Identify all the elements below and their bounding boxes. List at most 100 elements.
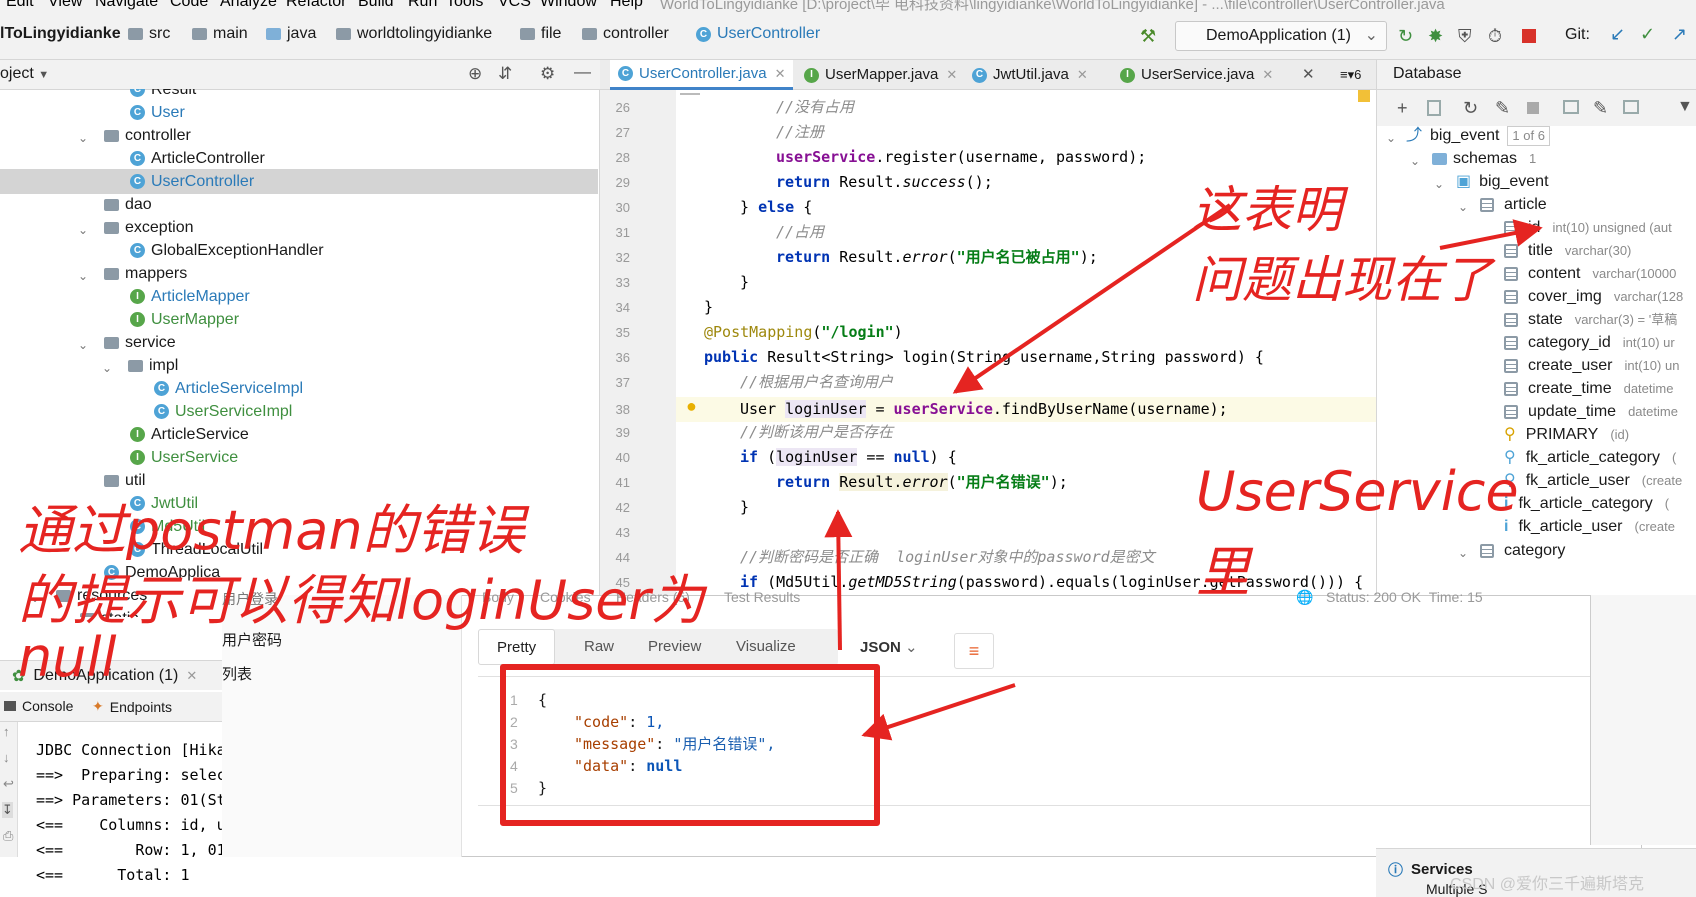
tab-user-service[interactable]: I UserService.java ✕ — [1120, 60, 1273, 90]
chevron-down-icon[interactable]: ⌄ — [78, 338, 88, 352]
project-view-select[interactable]: oject ▼ — [0, 65, 49, 83]
tab-user-mapper[interactable]: I UserMapper.java ✕ — [804, 60, 957, 90]
console-icon[interactable] — [1623, 100, 1639, 114]
filter-icon[interactable]: ▼ — [1677, 98, 1693, 116]
tree-item-user-mapper[interactable]: I UserMapper — [130, 307, 239, 332]
scroll-up-icon[interactable]: ↑ — [3, 724, 10, 739]
edit-icon[interactable]: ✎ — [1593, 98, 1608, 119]
db-datasource[interactable]: ⤴ big_event 1 of 6 — [1406, 123, 1550, 148]
menu-build[interactable]: Build — [358, 0, 394, 11]
hammer-icon[interactable]: ⚒ — [1140, 26, 1160, 46]
tree-folder-impl[interactable]: impl — [128, 353, 178, 378]
scroll-down-icon[interactable]: ↓ — [3, 750, 10, 765]
chevron-down-icon[interactable]: ⌄ — [78, 223, 88, 237]
properties-icon[interactable]: ✎ — [1495, 98, 1510, 119]
collection-item[interactable]: 列表 — [222, 663, 252, 684]
db-index[interactable]: i fk_article_category( — [1504, 491, 1669, 516]
close-all-icon[interactable]: ✕ — [1302, 60, 1315, 90]
menu-edit[interactable]: Edit — [6, 0, 34, 11]
print-icon[interactable]: ⎙ — [3, 828, 13, 844]
tree-item-article-service-impl[interactable]: C ArticleServiceImpl — [154, 376, 303, 401]
tree-item-user-service[interactable]: I UserService — [130, 445, 238, 470]
chevron-down-icon[interactable]: ⌄ — [102, 361, 112, 375]
rerun-icon[interactable]: ↻ — [1398, 26, 1413, 47]
db-column[interactable]: update_time datetime — [1504, 399, 1678, 424]
menu-analyze[interactable]: Analyze — [220, 0, 277, 11]
globe-icon[interactable]: 🌐 — [1296, 589, 1313, 606]
chevron-down-icon[interactable]: ⌄ — [78, 269, 88, 283]
chevron-down-icon[interactable]: ⌄ — [78, 131, 88, 145]
tab-endpoints[interactable]: ✦ Endpoints — [92, 698, 172, 715]
close-icon[interactable]: ✕ — [946, 60, 957, 90]
tree-item-user-service-impl[interactable]: C UserServiceImpl — [154, 399, 292, 424]
tree-folder-controller[interactable]: controller — [104, 123, 191, 148]
lightbulb-icon[interactable]: ● — [686, 396, 697, 417]
tab-user-controller[interactable]: C UserController.java ✕ — [610, 59, 794, 90]
db-column[interactable]: content varchar(10000 — [1504, 261, 1676, 286]
profile-icon[interactable]: ⏱ — [1488, 26, 1502, 47]
stop-icon[interactable] — [1522, 29, 1536, 43]
breadcrumb-controller[interactable]: controller — [582, 25, 669, 43]
chevron-down-icon[interactable]: ⌄ — [1386, 131, 1396, 145]
coverage-icon[interactable]: ⛨ — [1458, 26, 1472, 47]
tree-folder-mappers[interactable]: mappers — [104, 261, 187, 286]
menu-view[interactable]: View — [48, 0, 82, 11]
add-icon[interactable]: + — [1397, 98, 1408, 119]
breadcrumb-file[interactable]: file — [520, 25, 561, 43]
git-push-icon[interactable]: ↗ — [1672, 24, 1687, 45]
tree-item-article-service[interactable]: I ArticleService — [130, 422, 249, 447]
db-key[interactable]: ⚲ PRIMARY (id) — [1504, 422, 1629, 447]
chevron-down-icon[interactable]: ⌄ — [1434, 177, 1444, 191]
tab-console[interactable]: Console — [4, 698, 73, 714]
close-icon[interactable]: ✕ — [1262, 60, 1273, 90]
tree-item-article-controller[interactable]: C ArticleController — [130, 146, 265, 171]
tree-folder-service[interactable]: service — [104, 330, 176, 355]
breadcrumb-main[interactable]: main — [192, 25, 248, 43]
db-column[interactable]: state varchar(3) = '草稿 — [1504, 307, 1677, 332]
db-schema-big-event[interactable]: ▣ big_event — [1456, 169, 1549, 194]
git-commit-icon[interactable]: ✓ — [1640, 24, 1655, 45]
db-column[interactable]: id int(10) unsigned (aut — [1504, 215, 1672, 240]
tab-jwt-util[interactable]: C JwtUtil.java ✕ — [972, 60, 1088, 90]
tree-item-user[interactable]: C User — [130, 100, 185, 125]
menu-refactor[interactable]: Refactor — [286, 0, 346, 11]
db-column[interactable]: create_user int(10) un — [1504, 353, 1679, 378]
db-table-article[interactable]: article — [1480, 192, 1547, 217]
wrap-icon[interactable]: ↩ — [3, 776, 14, 792]
close-icon[interactable]: ✕ — [186, 668, 197, 684]
format-select[interactable]: JSON ⌄ — [850, 633, 930, 663]
refresh-icon[interactable]: ↻ — [1463, 98, 1478, 119]
gear-icon[interactable]: ⚙ — [540, 64, 555, 84]
chevron-down-icon[interactable]: ⌄ — [1410, 154, 1420, 168]
db-column[interactable]: title varchar(30) — [1504, 238, 1631, 263]
breadcrumb-class[interactable]: C UserController — [696, 25, 820, 43]
db-column[interactable]: cover_img varchar(128 — [1504, 284, 1683, 309]
db-column[interactable]: category_id int(10) ur — [1504, 330, 1675, 355]
menu-vcs[interactable]: VCS — [498, 0, 531, 11]
chevron-down-icon[interactable]: ⌄ — [1458, 546, 1468, 560]
tab-test-results[interactable]: Test Results — [724, 589, 800, 605]
git-update-icon[interactable]: ↙ — [1610, 24, 1625, 45]
tree-folder-exception[interactable]: exception — [104, 215, 194, 240]
inspection-indicator[interactable] — [1358, 90, 1370, 102]
menu-help[interactable]: Help — [610, 0, 643, 11]
tree-folder-dao[interactable]: dao — [104, 192, 152, 217]
chevron-down-icon[interactable]: ⌄ — [1458, 200, 1468, 214]
breadcrumb-package[interactable]: worldtolingyidianke — [336, 25, 492, 43]
db-column[interactable]: create_time datetime — [1504, 376, 1673, 401]
locate-icon[interactable]: ⊕ — [468, 64, 482, 84]
collapse-icon[interactable]: ⇵ — [498, 64, 512, 84]
wrap-lines-icon[interactable]: ≡ — [954, 633, 994, 669]
breadcrumb-src[interactable]: src — [128, 25, 170, 43]
menu-tools[interactable]: Tools — [446, 0, 483, 11]
stop-icon[interactable] — [1527, 102, 1539, 114]
db-foreign-key[interactable]: ⚲ fk_article_category( — [1504, 445, 1676, 470]
tab-overflow[interactable]: ≡▾ 6 — [1340, 60, 1361, 90]
tree-item-user-controller[interactable]: C UserController — [0, 169, 598, 194]
close-icon[interactable]: ✕ — [775, 59, 786, 89]
menu-window[interactable]: Window — [540, 0, 597, 11]
run-config-select[interactable]: DemoApplication (1) ⌄ — [1175, 21, 1387, 51]
db-index[interactable]: i fk_article_user (create — [1504, 514, 1675, 539]
breadcrumb-java[interactable]: java — [266, 25, 316, 43]
hide-icon[interactable]: — — [574, 62, 591, 82]
